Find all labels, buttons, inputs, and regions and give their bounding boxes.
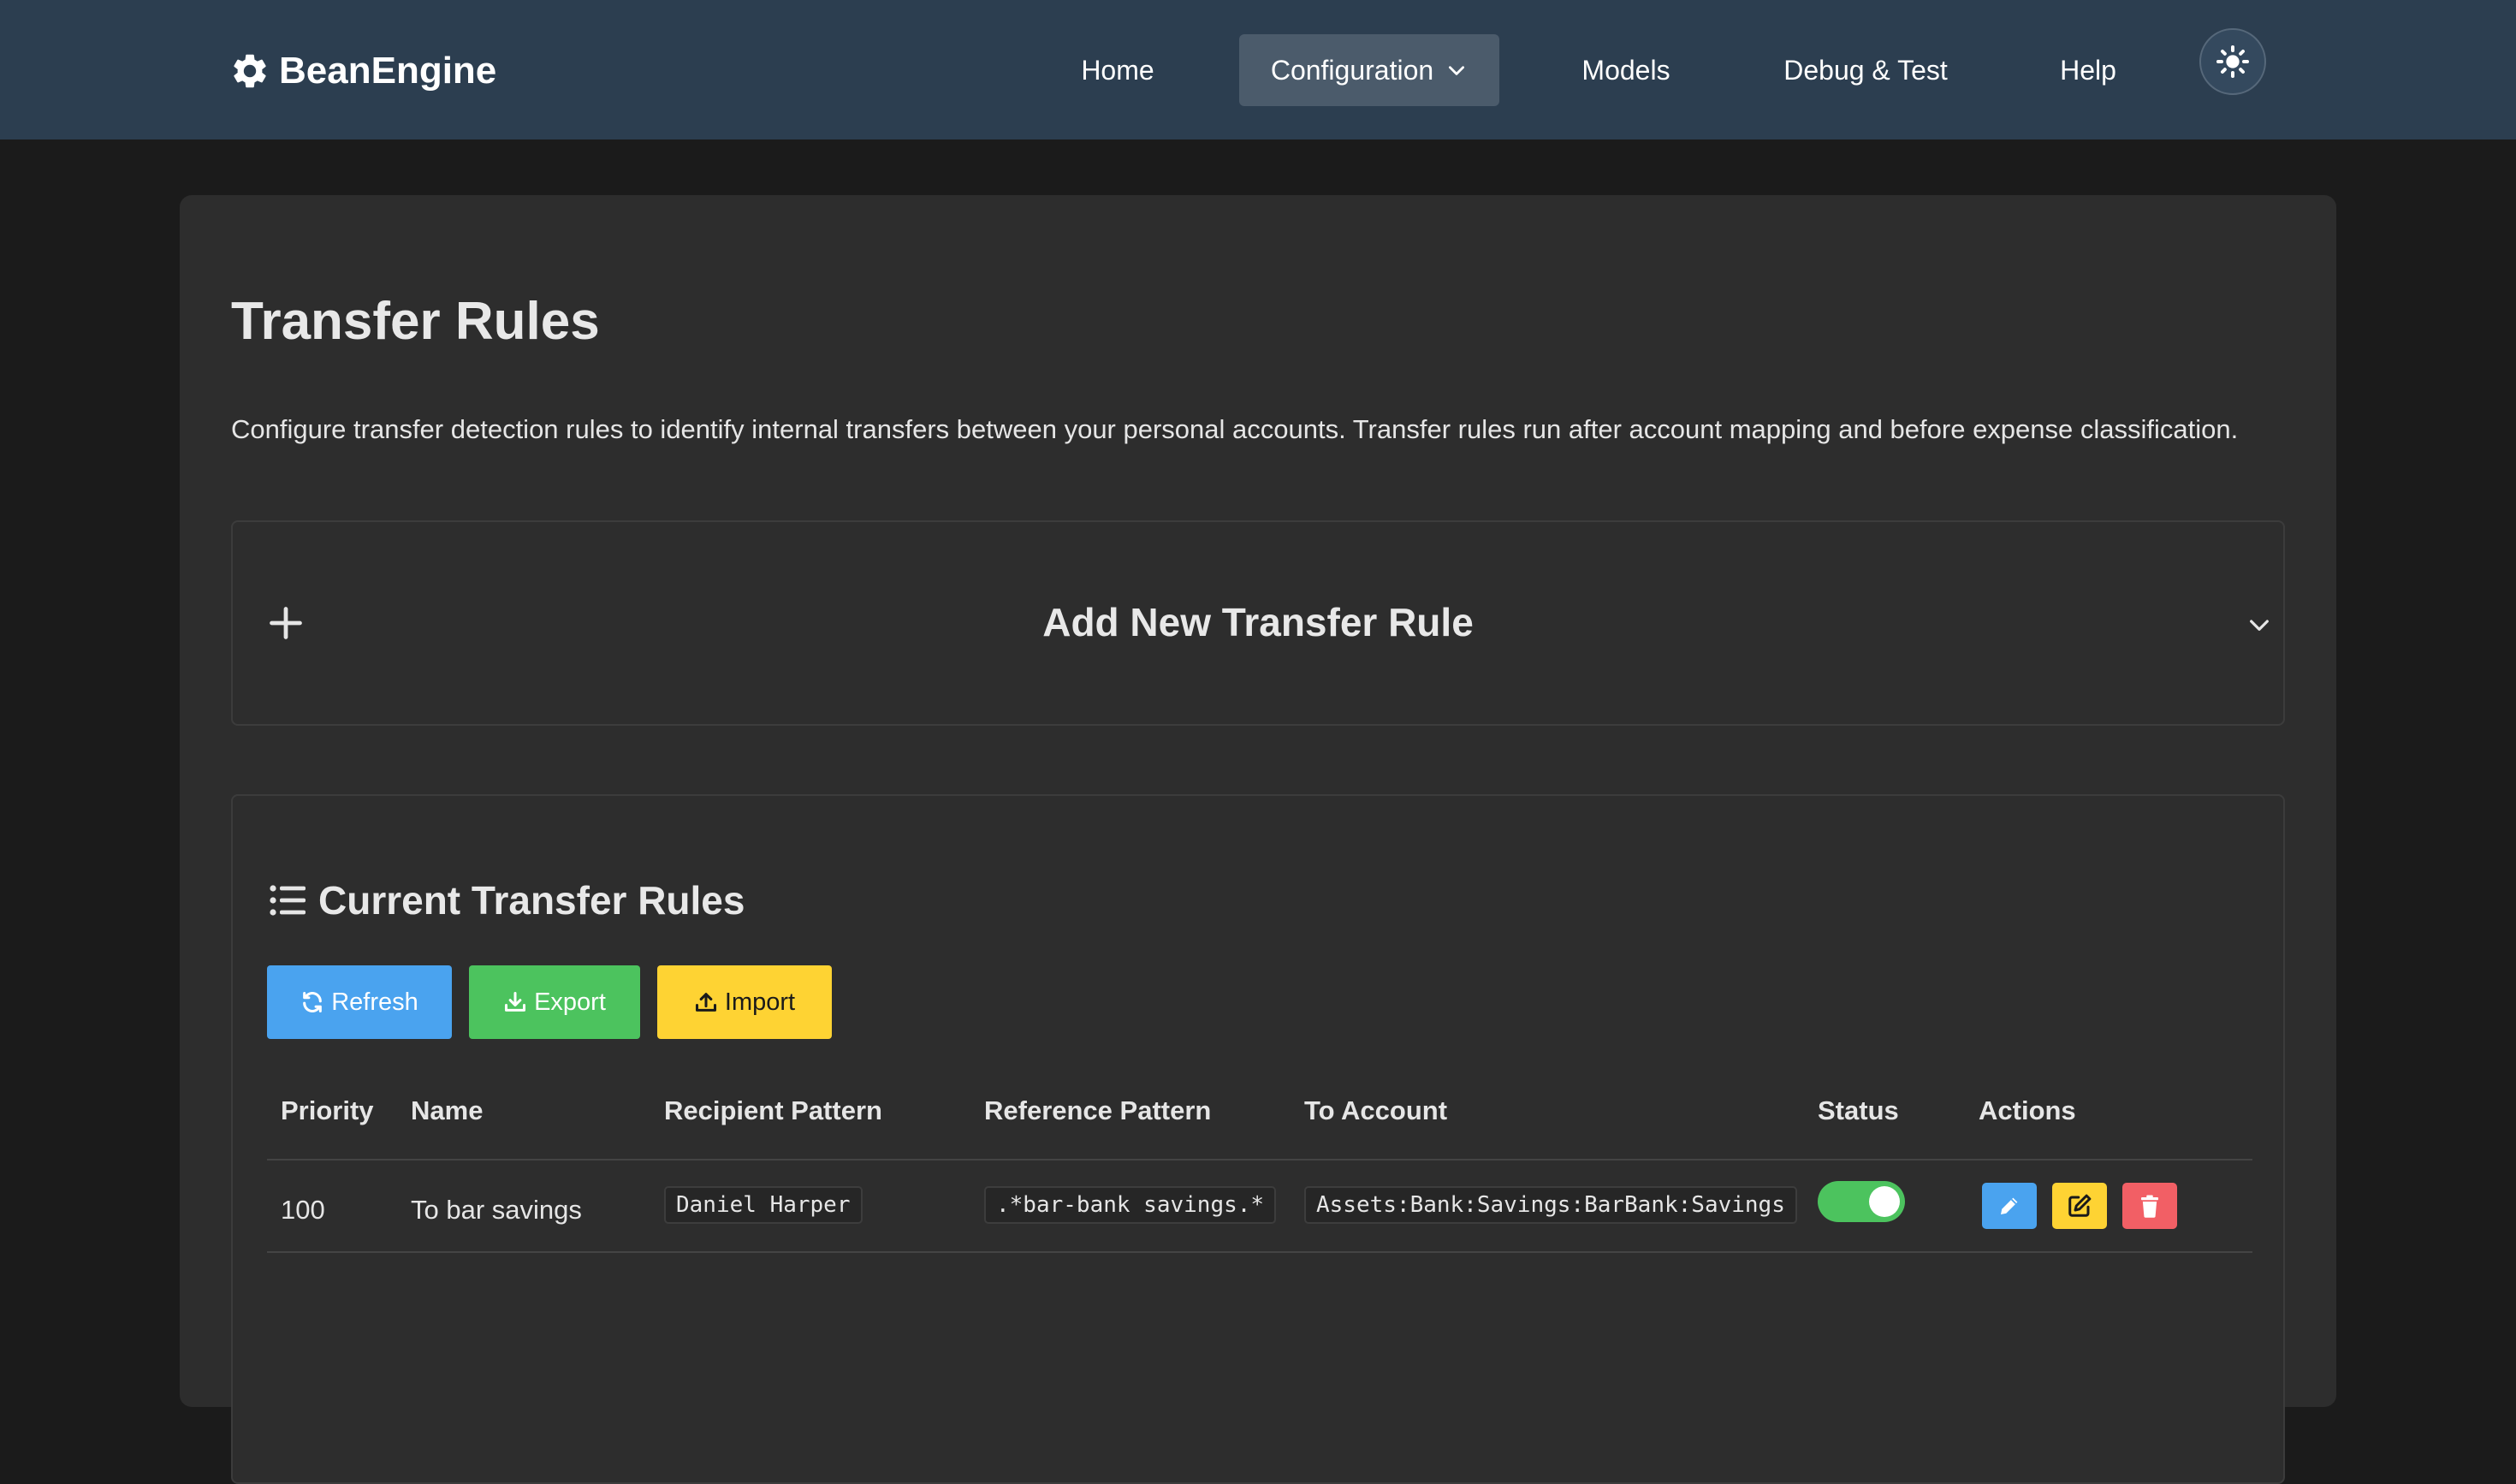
col-header-actions: Actions (1979, 1095, 2076, 1125)
add-rule-title: Add New Transfer Rule (1042, 600, 1474, 644)
import-label: Import (724, 988, 796, 1016)
col-header-name: Name (411, 1095, 484, 1125)
export-button[interactable]: Export (469, 965, 640, 1039)
upload-icon (695, 993, 716, 1012)
refresh-label: Refresh (331, 988, 418, 1016)
refresh-button[interactable]: Refresh (267, 965, 452, 1039)
sun-icon (2216, 45, 2250, 79)
list-icon (270, 885, 306, 916)
nav-models-label: Models (1581, 54, 1670, 86)
nav-configuration[interactable]: Configuration (1239, 34, 1499, 106)
pencil-icon (2001, 1197, 2018, 1214)
import-button[interactable]: Import (657, 965, 832, 1039)
current-rules-heading: Current Transfer Rules (267, 875, 745, 926)
rule-name: To bar savings (411, 1195, 582, 1225)
edit-rule-button[interactable] (2052, 1183, 2107, 1229)
export-label: Export (534, 988, 606, 1016)
rule-to-account: Assets:Bank:Savings:BarBank:Savings (1304, 1186, 1797, 1224)
page-title: Transfer Rules (231, 292, 600, 351)
nav-help[interactable]: Help (2044, 34, 2133, 106)
col-header-reference-pattern: Reference Pattern (984, 1095, 1212, 1125)
download-icon (505, 991, 526, 1012)
test-rule-button[interactable] (1982, 1183, 2037, 1229)
trash-icon (2141, 1195, 2158, 1218)
delete-rule-button[interactable] (2122, 1183, 2177, 1229)
toggle-knob (1869, 1186, 1900, 1217)
rule-reference-pattern: .*bar-bank savings.* (984, 1186, 1277, 1224)
col-header-priority: Priority (281, 1095, 374, 1125)
navbar: BeanEngine Home Configuration Models Deb… (0, 0, 2516, 139)
brand-link[interactable]: BeanEngine (229, 43, 496, 99)
add-rule-accordion[interactable]: Add New Transfer Rule (231, 520, 2285, 726)
rule-recipient-pattern: Daniel Harper (664, 1186, 863, 1224)
table-row-divider (267, 1251, 2252, 1253)
chevron-down-icon (2250, 620, 2269, 631)
nav-help-label: Help (2060, 54, 2116, 86)
col-header-recipient-pattern: Recipient Pattern (664, 1095, 882, 1125)
nav-debug-test-label: Debug & Test (1783, 54, 1948, 86)
nav-home-label: Home (1081, 54, 1154, 86)
refresh-icon (303, 991, 323, 1013)
col-header-status: Status (1818, 1095, 1899, 1125)
current-rules-panel: Current Transfer Rules Refresh Export Im… (231, 794, 2285, 1484)
col-header-to-account: To Account (1304, 1095, 1448, 1125)
edit-icon (2068, 1194, 2092, 1217)
nav-models[interactable]: Models (1559, 34, 1693, 106)
page-description: Configure transfer detection rules to id… (231, 414, 2239, 444)
main-card: Transfer Rules Configure transfer detect… (180, 195, 2336, 1484)
nav-home[interactable]: Home (1058, 34, 1178, 106)
gear-icon (234, 54, 266, 88)
chevron-down-icon (1449, 66, 1465, 75)
rule-priority: 100 (281, 1195, 325, 1225)
nav-debug-test[interactable]: Debug & Test (1768, 34, 1963, 106)
theme-toggle-button[interactable] (2199, 28, 2266, 95)
current-rules-title: Current Transfer Rules (318, 878, 745, 923)
rule-status-toggle[interactable] (1818, 1181, 1905, 1222)
nav-configuration-label: Configuration (1270, 54, 1434, 86)
brand-name: BeanEngine (279, 50, 497, 92)
table-header-divider (267, 1159, 2252, 1160)
